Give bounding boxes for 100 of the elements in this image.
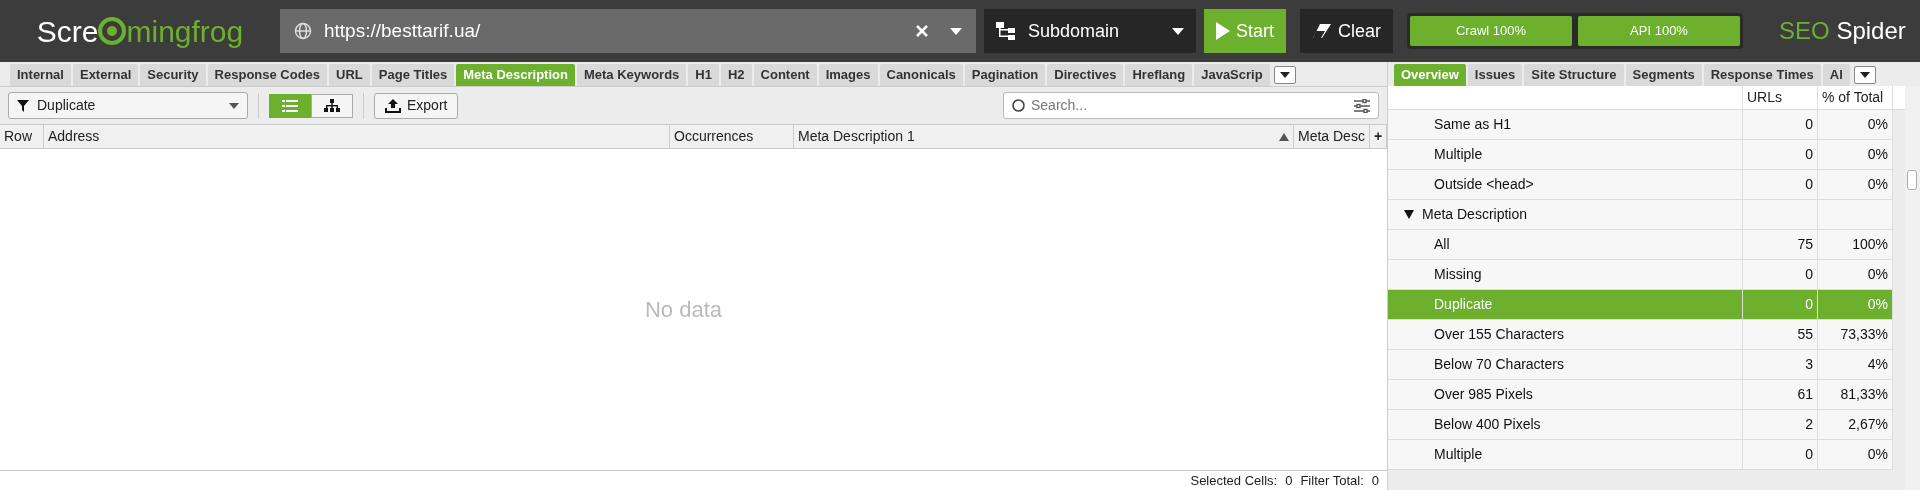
search-input[interactable]: Search... <box>1031 95 1348 116</box>
row-label: All <box>1434 235 1450 254</box>
overview-row[interactable]: All 75 100% <box>1388 230 1893 260</box>
sitemap-icon <box>996 22 1016 40</box>
tab[interactable]: Internal <box>10 64 71 86</box>
caret-icon <box>229 102 239 109</box>
upload-icon <box>385 98 401 113</box>
tab[interactable]: Security <box>140 64 206 86</box>
column-header[interactable]: Occurrences <box>670 125 794 148</box>
url-count: 61 <box>1797 385 1813 404</box>
progress-label: API 100% <box>1629 22 1689 41</box>
caret-icon <box>950 27 962 35</box>
sliders-icon <box>1354 98 1370 113</box>
url-count: 0 <box>1805 265 1813 284</box>
percent-of-total: 0% <box>1867 295 1888 314</box>
tab[interactable]: Canonicals <box>879 64 963 86</box>
scope-dropdown[interactable]: Subdomain <box>984 9 1196 53</box>
percent-of-total: 4% <box>1867 355 1888 374</box>
caret-icon <box>1172 27 1184 35</box>
row-label: Duplicate <box>1434 295 1493 314</box>
tab[interactable]: H2 <box>720 64 752 86</box>
close-icon <box>916 25 928 37</box>
tab[interactable]: Al <box>1822 64 1850 86</box>
caret-icon <box>1859 72 1870 78</box>
column-header[interactable]: % of Total <box>1818 86 1893 109</box>
percent-of-total: 100% <box>1852 235 1888 254</box>
tab[interactable]: Issues <box>1467 64 1523 86</box>
group-label: Meta Description <box>1422 205 1528 224</box>
hierarchy-icon <box>324 98 340 113</box>
filter-icon <box>17 99 29 112</box>
tab[interactable]: JavaScrip <box>1194 64 1270 86</box>
tab[interactable]: Content <box>753 64 817 86</box>
scrollbar[interactable] <box>1905 86 1920 490</box>
view-toggle[interactable] <box>269 93 311 118</box>
tab[interactable]: Directives <box>1047 64 1124 86</box>
overview-row[interactable]: Over 155 Characters 55 73,33% <box>1388 320 1893 350</box>
overview-row[interactable]: Same as H1 0 0% <box>1388 110 1893 140</box>
overview-row[interactable]: Outside <head> 0 0% <box>1388 170 1893 200</box>
percent-of-total: 0% <box>1867 175 1888 194</box>
row-label: Over 155 Characters <box>1434 325 1564 344</box>
url-count: 0 <box>1805 175 1813 194</box>
url-field[interactable]: https://besttarif.ua/ <box>280 9 976 53</box>
tab[interactable]: H1 <box>688 64 719 86</box>
tab[interactable]: Hreflang <box>1125 64 1193 86</box>
tab[interactable]: Page Titles <box>371 64 455 86</box>
url-count: 0 <box>1805 295 1813 314</box>
tab[interactable]: Response Codes <box>207 64 328 86</box>
row-label: Multiple <box>1434 145 1483 164</box>
tab[interactable]: URL <box>329 64 370 86</box>
tab-menu-button[interactable] <box>1273 66 1296 84</box>
selected-cells-label: Selected Cells: <box>1190 471 1278 490</box>
tab-menu-button[interactable] <box>1853 66 1876 84</box>
eraser-icon <box>1312 23 1332 39</box>
tab[interactable]: Pagination <box>964 64 1046 86</box>
tab[interactable]: Images <box>818 64 878 86</box>
progress-label: Crawl 100% <box>1455 22 1528 41</box>
column-header[interactable]: + <box>1370 125 1387 148</box>
list-icon <box>282 99 298 112</box>
row-label: Missing <box>1434 265 1482 284</box>
url-count: 55 <box>1797 325 1813 344</box>
row-label: Below 70 Characters <box>1434 355 1564 374</box>
column-header[interactable]: Meta Desc <box>1294 125 1370 148</box>
percent-of-total: 0% <box>1867 115 1888 134</box>
tab[interactable]: Meta Keywords <box>576 64 687 86</box>
export-button[interactable]: Export <box>374 92 459 119</box>
product-name: SEO Spider <box>1779 16 1906 46</box>
column-header[interactable]: Meta Description 1 <box>794 125 1294 148</box>
column-header[interactable]: Row <box>0 125 44 148</box>
globe-icon <box>294 22 312 40</box>
row-label: Same as H1 <box>1434 115 1512 134</box>
play-icon <box>1216 22 1230 40</box>
empty-message: No data <box>644 296 723 324</box>
overview-row[interactable]: Multiple 0 0% <box>1388 440 1893 470</box>
column-header[interactable]: URLs <box>1743 86 1818 109</box>
percent-of-total: 0% <box>1867 145 1888 164</box>
overview-row[interactable]: Below 70 Characters 3 4% <box>1388 350 1893 380</box>
overview-row[interactable]: Over 985 Pixels 61 81,33% <box>1388 380 1893 410</box>
percent-of-total: 2,67% <box>1848 415 1888 434</box>
tab[interactable]: External <box>72 64 139 86</box>
filter-dropdown[interactable]: Duplicate <box>8 92 248 119</box>
filter-total-label: Filter Total: <box>1300 471 1364 490</box>
selected-cells-count: 0 <box>1285 471 1293 490</box>
row-label: Over 985 Pixels <box>1434 385 1533 404</box>
search-icon <box>1012 99 1025 112</box>
tab[interactable]: Response Times <box>1703 64 1821 86</box>
overview-row[interactable]: Below 400 Pixels 2 2,67% <box>1388 410 1893 440</box>
overview-row[interactable]: Missing 0 0% <box>1388 260 1893 290</box>
search-field[interactable]: Search... <box>1003 92 1379 119</box>
view-toggle[interactable] <box>311 93 353 118</box>
logo: Scre mingfrog <box>35 13 245 50</box>
column-header[interactable]: Address <box>44 125 670 148</box>
tab[interactable]: Segments <box>1625 64 1702 86</box>
tab[interactable]: Site Structure <box>1524 64 1624 86</box>
overview-row[interactable]: Meta Description <box>1388 200 1893 230</box>
clear-button[interactable]: Clear <box>1300 9 1394 53</box>
url-count: 2 <box>1805 415 1813 434</box>
caret-icon <box>1279 72 1290 78</box>
overview-row[interactable]: Multiple 0 0% <box>1388 140 1893 170</box>
filter-total-count: 0 <box>1371 471 1379 490</box>
percent-of-total: 81,33% <box>1840 385 1888 404</box>
